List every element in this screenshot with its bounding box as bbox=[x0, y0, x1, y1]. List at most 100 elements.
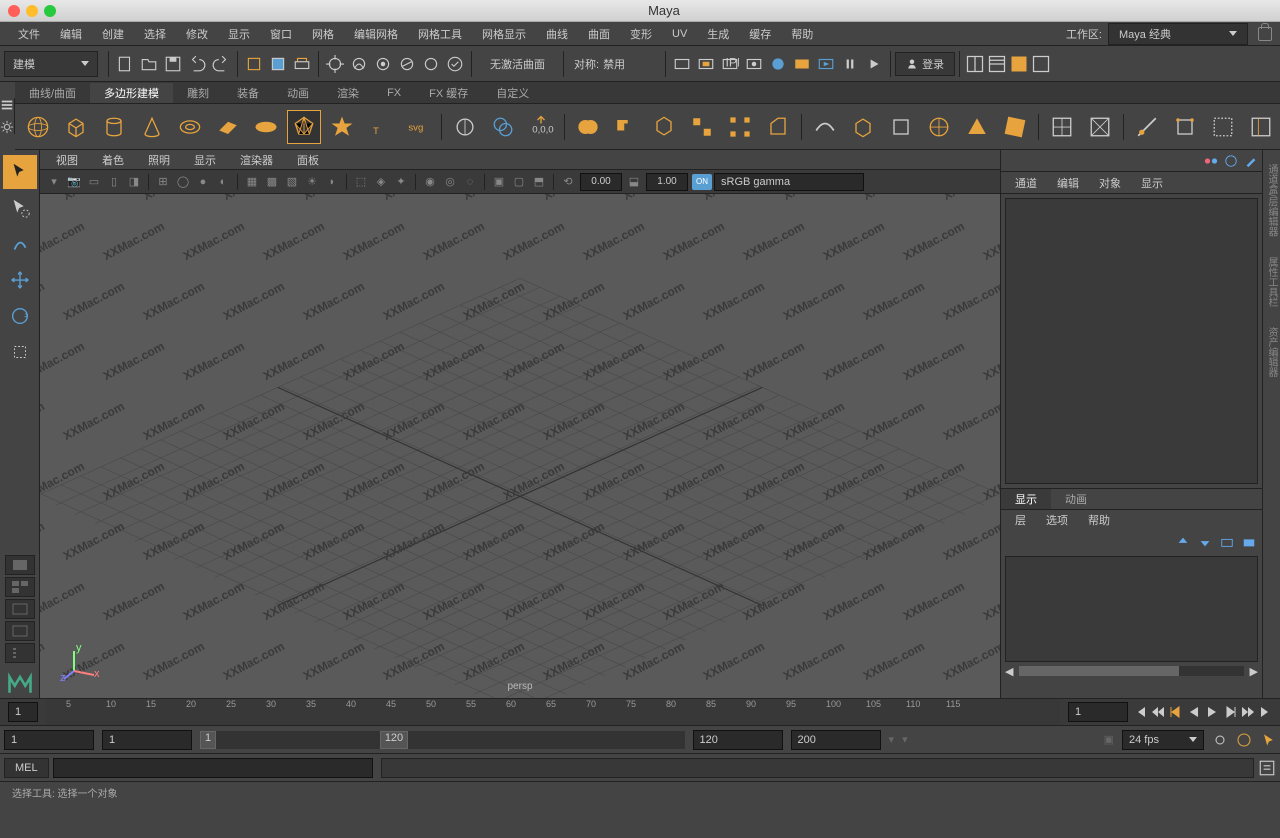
layout-single-icon[interactable] bbox=[5, 555, 35, 575]
vtab-attribute[interactable]: 属性工具栏 bbox=[1263, 249, 1280, 315]
symmetry-value[interactable]: 禁用 bbox=[603, 56, 625, 72]
view-transform-dropdown[interactable]: sRGB gamma bbox=[714, 173, 864, 191]
retopo-icon[interactable] bbox=[922, 110, 956, 144]
shelf-tab-rendering[interactable]: 渲染 bbox=[323, 83, 373, 103]
maximize-icon[interactable] bbox=[44, 5, 56, 17]
gamma-reset-icon[interactable]: ⬓ bbox=[625, 173, 643, 191]
menu-cache[interactable]: 缓存 bbox=[739, 24, 781, 44]
triangulate-icon[interactable] bbox=[960, 110, 994, 144]
channel-menu-edit[interactable]: 编辑 bbox=[1047, 173, 1089, 193]
panel-menu-shading[interactable]: 着色 bbox=[90, 151, 136, 169]
close-icon[interactable] bbox=[8, 5, 20, 17]
render-region-icon[interactable] bbox=[695, 53, 717, 75]
uv-planar-icon[interactable] bbox=[1083, 110, 1117, 144]
menu-mesh-tools[interactable]: 网格工具 bbox=[408, 24, 472, 44]
panel-menu-show[interactable]: 显示 bbox=[182, 151, 228, 169]
prefs-icon[interactable] bbox=[1260, 732, 1276, 748]
cmd-language-label[interactable]: MEL bbox=[4, 758, 49, 778]
menu-windows[interactable]: 窗口 bbox=[260, 24, 302, 44]
menu-help[interactable]: 帮助 bbox=[781, 24, 823, 44]
script-editor-icon[interactable] bbox=[1258, 759, 1276, 777]
new-scene-icon[interactable] bbox=[114, 53, 136, 75]
save-icon[interactable] bbox=[162, 53, 184, 75]
shelf-tab-custom[interactable]: 自定义 bbox=[482, 83, 543, 103]
xray-joints-icon[interactable]: ✦ bbox=[392, 173, 410, 191]
multi-cut-icon[interactable] bbox=[1130, 110, 1164, 144]
channel-menu-show[interactable]: 显示 bbox=[1131, 173, 1173, 193]
play-icon[interactable] bbox=[863, 53, 885, 75]
pause-icon[interactable] bbox=[839, 53, 861, 75]
layout-2-icon[interactable] bbox=[987, 54, 1007, 74]
bridge-icon[interactable] bbox=[723, 110, 757, 144]
goto-start-icon[interactable] bbox=[1132, 704, 1148, 720]
svg-tool-icon[interactable]: svg bbox=[401, 110, 435, 144]
poly-sphere-icon[interactable] bbox=[21, 110, 55, 144]
safe-icon[interactable]: ⬒ bbox=[530, 173, 548, 191]
layout-four-icon[interactable] bbox=[5, 577, 35, 597]
range-start-field[interactable]: 1 bbox=[4, 730, 94, 750]
xray-icon[interactable]: ◈ bbox=[372, 173, 390, 191]
image-plane-icon[interactable]: ▭ bbox=[85, 173, 103, 191]
paint-select-tool[interactable] bbox=[3, 227, 37, 261]
lock-icon[interactable] bbox=[1258, 27, 1272, 41]
menu-display[interactable]: 显示 bbox=[218, 24, 260, 44]
range-handle-start[interactable]: 1 bbox=[200, 731, 216, 749]
time-slider-track[interactable]: 5101520253035404550556065707580859095100… bbox=[46, 699, 1060, 725]
layout-3-icon[interactable] bbox=[1009, 54, 1029, 74]
playblast-icon[interactable] bbox=[815, 53, 837, 75]
mirror-icon[interactable] bbox=[448, 110, 482, 144]
layer-menu-layers[interactable]: 层 bbox=[1005, 510, 1036, 530]
sel-component-icon[interactable] bbox=[267, 53, 289, 75]
range-end-field[interactable]: 200 bbox=[791, 730, 881, 750]
light-icon[interactable]: ☀ bbox=[303, 173, 321, 191]
shaded-icon[interactable]: ▩ bbox=[263, 173, 281, 191]
shade-flat-icon[interactable]: ◐ bbox=[214, 173, 232, 191]
lasso-tool[interactable] bbox=[3, 191, 37, 225]
quadrangulate-icon[interactable] bbox=[998, 110, 1032, 144]
range-playstart-field[interactable]: 1 bbox=[102, 730, 192, 750]
type-tool-icon[interactable]: T bbox=[363, 110, 397, 144]
exposure-reset-icon[interactable]: ⟲ bbox=[559, 173, 577, 191]
shadow-icon[interactable]: ◗ bbox=[323, 173, 341, 191]
channel-menu-object[interactable]: 对象 bbox=[1089, 173, 1131, 193]
play-forward-icon[interactable] bbox=[1204, 704, 1220, 720]
menu-edit-mesh[interactable]: 编辑网格 bbox=[344, 24, 408, 44]
poly-cone-icon[interactable] bbox=[135, 110, 169, 144]
channel-menu-channels[interactable]: 通道 bbox=[1005, 173, 1047, 193]
render-globals-icon[interactable] bbox=[791, 53, 813, 75]
poly-disc-icon[interactable] bbox=[249, 110, 283, 144]
menu-select[interactable]: 选择 bbox=[134, 24, 176, 44]
step-back-key-icon[interactable] bbox=[1150, 704, 1166, 720]
connect-icon[interactable] bbox=[1206, 110, 1240, 144]
snap-point-icon[interactable] bbox=[372, 53, 394, 75]
gear-icon[interactable] bbox=[0, 120, 14, 134]
extrude-icon[interactable] bbox=[685, 110, 719, 144]
smooth-icon[interactable] bbox=[808, 110, 842, 144]
layer-movedown-icon[interactable] bbox=[1198, 535, 1212, 549]
grid-icon[interactable]: ⊞ bbox=[154, 173, 172, 191]
exposure-field[interactable]: 0.00 bbox=[580, 173, 622, 191]
step-back-icon[interactable] bbox=[1168, 704, 1184, 720]
textured-icon[interactable]: ▧ bbox=[283, 173, 301, 191]
render-frame-icon[interactable] bbox=[671, 53, 693, 75]
layer-new-empty-icon[interactable] bbox=[1220, 535, 1234, 549]
menu-mesh[interactable]: 网格 bbox=[302, 24, 344, 44]
snap-plane-icon[interactable] bbox=[396, 53, 418, 75]
move-tool[interactable] bbox=[3, 263, 37, 297]
shelf-tab-fxcache[interactable]: FX 缓存 bbox=[415, 83, 482, 103]
layer-new-selected-icon[interactable] bbox=[1242, 535, 1256, 549]
snap-toggle-icon[interactable] bbox=[444, 53, 466, 75]
layer-menu-help[interactable]: 帮助 bbox=[1078, 510, 1120, 530]
shelf-menu-icon[interactable] bbox=[0, 98, 14, 112]
shelf-tab-curves[interactable]: 曲线/曲面 bbox=[15, 83, 90, 103]
layout-4-icon[interactable] bbox=[1031, 54, 1051, 74]
menu-edit[interactable]: 编辑 bbox=[50, 24, 92, 44]
menuset-dropdown[interactable]: 建模 bbox=[4, 51, 98, 77]
shelf-tab-fx[interactable]: FX bbox=[373, 85, 415, 101]
range-handle-end[interactable]: 120 bbox=[380, 731, 408, 749]
channel-sync-icon[interactable] bbox=[1224, 154, 1238, 168]
login-button[interactable]: 登录 bbox=[895, 52, 955, 76]
layer-tab-display[interactable]: 显示 bbox=[1001, 489, 1051, 509]
loop-icon[interactable] bbox=[1212, 732, 1228, 748]
scale-tool[interactable] bbox=[3, 335, 37, 369]
